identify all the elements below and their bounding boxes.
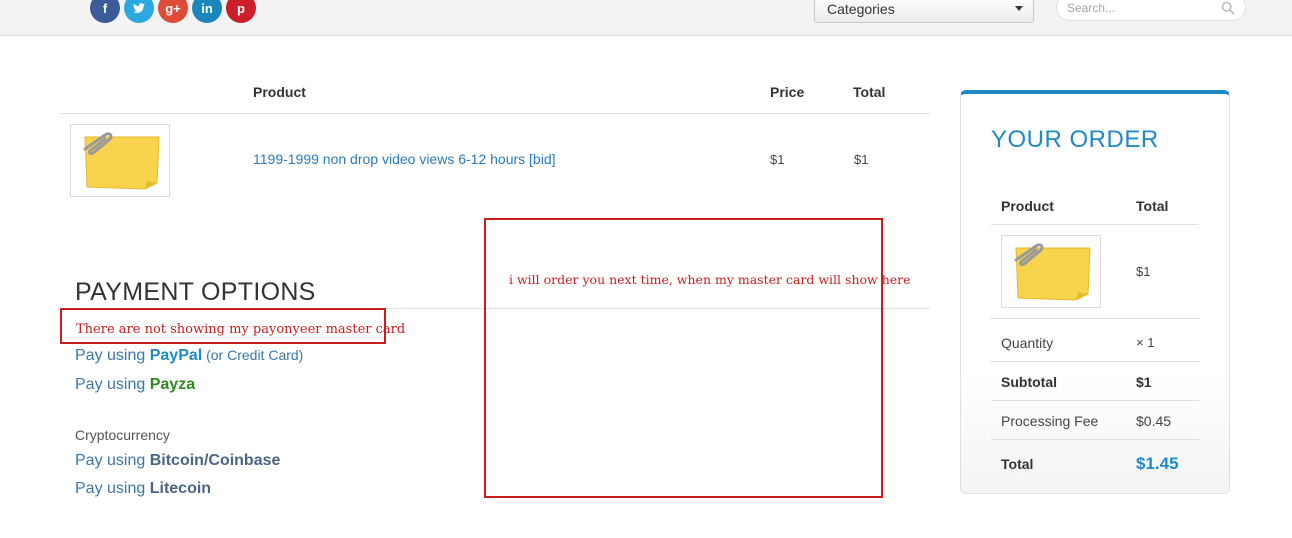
search-icon[interactable] [1221, 1, 1235, 15]
twitter-icon[interactable] [124, 0, 154, 23]
linkedin-icon[interactable]: in [192, 0, 222, 23]
annotation-note-payment: There are not showing my payonyeer maste… [76, 322, 406, 337]
cart-item-total: $1 [854, 152, 869, 167]
cart-header-price: Price [770, 84, 805, 100]
order-product-thumbnail [1001, 235, 1101, 308]
order-total-value: $1.45 [1136, 454, 1179, 473]
pay-prefix: Pay using [75, 347, 150, 364]
order-divider [991, 318, 1199, 319]
cart-divider [60, 113, 930, 114]
order-divider [991, 400, 1199, 401]
payment-options-title: PAYMENT OPTIONS [75, 278, 316, 306]
pay-payza-link[interactable]: Pay using Payza [75, 376, 195, 394]
cart-header-total: Total [853, 84, 886, 100]
order-fee-value: $0.45 [1136, 413, 1172, 429]
order-divider [991, 224, 1199, 225]
order-divider [991, 439, 1199, 440]
order-subtotal-label: Subtotal [1001, 374, 1057, 390]
order-item-total: $1 [1136, 264, 1151, 279]
order-subtotal-value: $1 [1136, 374, 1152, 390]
cart-product-thumbnail[interactable] [70, 124, 170, 197]
order-summary-panel: YOUR ORDER Product Total $1 Quantity × 1… [960, 90, 1230, 494]
annotation-box-large [484, 218, 883, 498]
cart-product-link[interactable]: 1199-1999 non drop video views 6-12 hour… [253, 151, 556, 167]
google-plus-icon[interactable]: g+ [158, 0, 188, 23]
pay-prefix: Pay using [75, 376, 150, 393]
search-box [1056, 0, 1246, 21]
pay-suffix: (or Credit Card) [202, 347, 304, 363]
sticky-note-icon [1014, 243, 1091, 301]
litecoin-brand: Litecoin [149, 480, 212, 497]
pay-prefix: Pay using [75, 452, 150, 469]
paypal-brand: PayPal [149, 347, 203, 364]
pay-bitcoin-link[interactable]: Pay using Bitcoin/Coinbase [75, 452, 280, 470]
order-divider [991, 361, 1199, 362]
caret-down-icon [1015, 6, 1023, 11]
order-quantity-value: × 1 [1136, 335, 1155, 350]
categories-label: Categories [827, 0, 895, 17]
order-header-product: Product [1001, 198, 1054, 214]
cryptocurrency-label: Cryptocurrency [75, 427, 170, 443]
pinterest-icon[interactable]: p [226, 0, 256, 23]
top-bar: f g+ in p Categories [0, 0, 1292, 36]
pay-paypal-link[interactable]: Pay using PayPal (or Credit Card) [75, 347, 303, 365]
order-quantity-label: Quantity [1001, 335, 1054, 351]
categories-dropdown[interactable]: Categories [814, 0, 1034, 23]
order-header-total: Total [1136, 198, 1169, 214]
pay-litecoin-link[interactable]: Pay using Litecoin [75, 480, 211, 498]
order-title: YOUR ORDER [991, 126, 1159, 153]
cart-item-price: $1 [770, 152, 785, 167]
payza-brand: Payza [149, 376, 196, 393]
cart-header-product: Product [253, 84, 306, 100]
order-fee-label: Processing Fee [1001, 413, 1099, 429]
sticky-note-icon [83, 132, 160, 190]
twitter-bird-icon [133, 3, 145, 14]
order-total-label: Total [1001, 456, 1034, 472]
annotation-note-order: i will order you next time, when my mast… [509, 272, 911, 287]
search-input[interactable] [1067, 0, 1217, 15]
pay-prefix: Pay using [75, 480, 150, 497]
facebook-icon[interactable]: f [90, 0, 120, 23]
bitcoin-brand: Bitcoin/Coinbase [149, 452, 281, 469]
